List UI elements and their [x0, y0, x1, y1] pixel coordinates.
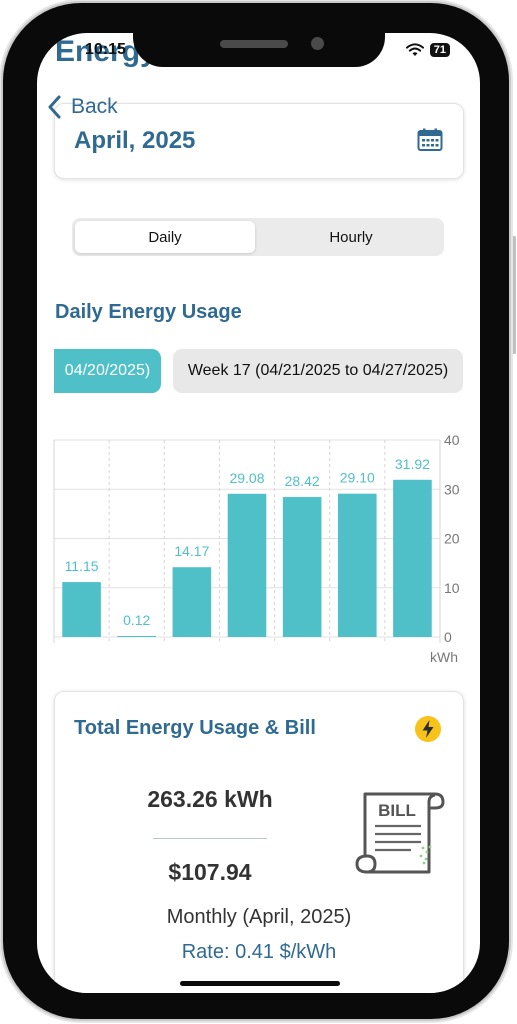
total-energy: 263.26 kWh	[147, 786, 273, 812]
front-camera	[311, 37, 324, 50]
bill-icon: BILL	[355, 792, 445, 874]
chevron-left-icon	[48, 95, 61, 119]
summary-card: Total Energy Usage & Bill 263.26 kWh $10…	[54, 691, 464, 993]
wifi-icon	[405, 43, 424, 56]
bar-value-label: 0.12	[123, 612, 150, 628]
bar-value-label: 11.15	[65, 558, 99, 574]
notch	[133, 3, 385, 67]
back-button[interactable]: Back	[47, 95, 118, 119]
y-tick-label: 40	[444, 432, 460, 448]
view-toggle: Daily Hourly	[72, 218, 444, 256]
selected-month: April, 2025	[74, 127, 196, 154]
bar-value-label: 28.42	[285, 473, 320, 489]
bar-value-label: 29.08	[229, 470, 264, 486]
battery-indicator: 71	[429, 43, 450, 57]
bar-value-label: 31.92	[395, 456, 430, 472]
section-title: Daily Energy Usage	[55, 301, 242, 323]
bar	[62, 582, 101, 637]
bar	[282, 497, 322, 637]
total-cost: $107.94	[168, 859, 252, 885]
y-tick-label: 20	[444, 531, 460, 547]
billing-rate: Rate: 0.41 $/kWh	[181, 941, 337, 963]
power-button	[511, 236, 516, 354]
back-label: Back	[71, 95, 118, 118]
tab-daily[interactable]: Daily	[75, 221, 255, 253]
y-tick-label: 0	[444, 629, 452, 643]
lightning-icon	[415, 716, 441, 742]
y-tick-label: 30	[444, 481, 460, 497]
week-chip-next[interactable]: Week 17 (04/21/2025 to 04/27/2025)	[173, 349, 463, 393]
speaker	[220, 40, 288, 48]
screen: Energy Usage 10:15 71 Back April, 2025	[37, 33, 480, 993]
summary-title: Total Energy Usage & Bill	[74, 717, 316, 739]
bar-value-label: 14.17	[174, 543, 209, 559]
bar	[337, 493, 377, 637]
bill-icon-text: BILL	[378, 801, 416, 820]
status-icons: 71	[405, 43, 450, 57]
week-chip-current[interactable]: 04/20/2025)	[54, 349, 161, 393]
daily-usage-chart: 01020304011.1504/140.1204/1514.1704/1629…	[53, 432, 460, 643]
billing-period: Monthly (April, 2025)	[166, 906, 352, 928]
status-time: 10:15	[85, 41, 126, 58]
tab-hourly[interactable]: Hourly	[261, 221, 441, 253]
calendar-icon[interactable]	[417, 128, 443, 152]
divider	[153, 838, 267, 839]
bar	[172, 567, 212, 637]
home-indicator	[180, 981, 340, 986]
y-axis-unit: kWh	[430, 649, 458, 665]
bar-value-label: 29.10	[340, 470, 375, 486]
bar	[227, 493, 267, 637]
bar	[393, 479, 432, 637]
bar	[117, 636, 157, 637]
y-tick-label: 10	[444, 580, 460, 596]
